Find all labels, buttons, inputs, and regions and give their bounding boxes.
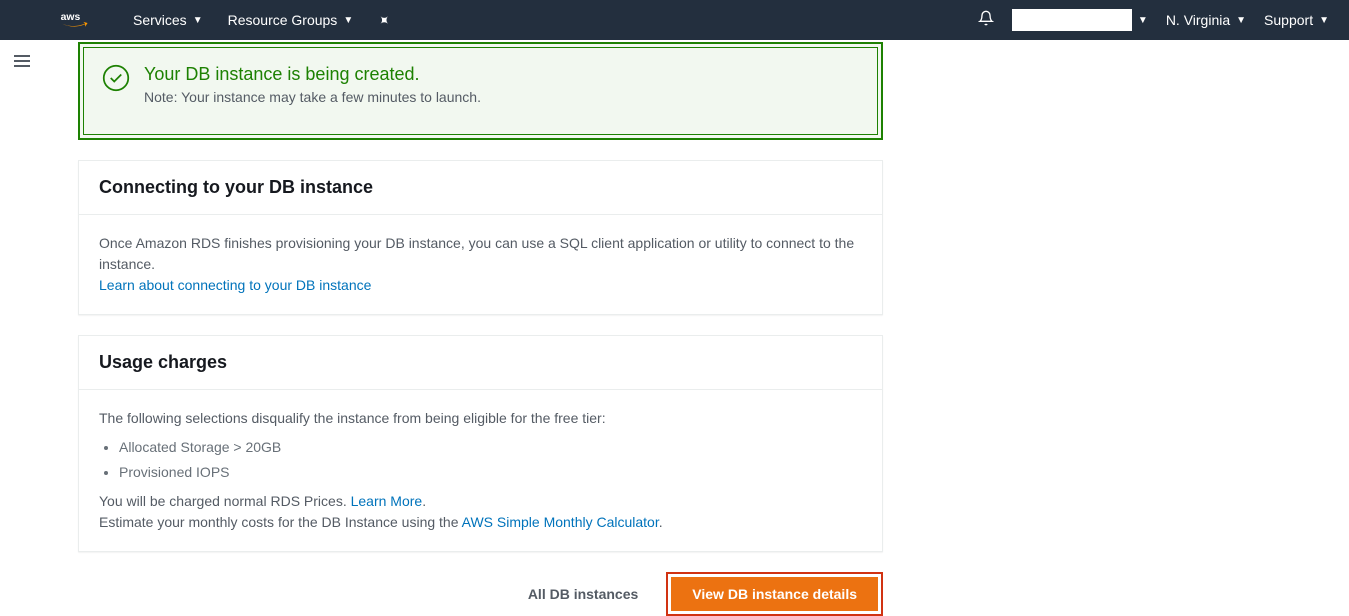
nav-services-label: Services [133, 12, 187, 28]
usage-intro: The following selections disqualify the … [99, 408, 862, 429]
all-db-instances-button[interactable]: All DB instances [520, 576, 646, 612]
account-name-redacted [1012, 9, 1132, 31]
usage-estimate-line: Estimate your monthly costs for the DB I… [99, 512, 862, 533]
pin-shortcut[interactable]: ✦ [378, 12, 390, 29]
support-menu[interactable]: Support ▼ [1264, 12, 1329, 28]
list-item: Provisioned IOPS [119, 462, 862, 483]
success-title: Your DB instance is being created. [144, 64, 481, 85]
nav-left: aws Services ▼ Resource Groups ▼ ✦ [20, 9, 390, 31]
nav-services[interactable]: Services ▼ [133, 12, 203, 28]
view-db-instance-details-button[interactable]: View DB instance details [671, 577, 878, 611]
region-label: N. Virginia [1166, 12, 1230, 28]
nav-resource-groups-label: Resource Groups [228, 12, 338, 28]
nav-resource-groups[interactable]: Resource Groups ▼ [228, 12, 354, 28]
calculator-link[interactable]: AWS Simple Monthly Calculator [462, 514, 659, 530]
chevron-down-icon: ▼ [193, 15, 203, 26]
learn-more-link[interactable]: Learn More [351, 493, 423, 509]
usage-title: Usage charges [99, 352, 862, 373]
usage-charged-line: You will be charged normal RDS Prices. L… [99, 491, 862, 512]
chevron-down-icon: ▼ [1319, 15, 1329, 26]
svg-text:aws: aws [61, 12, 81, 23]
chevron-down-icon: ▼ [1138, 15, 1148, 26]
list-item: Allocated Storage > 20GB [119, 437, 862, 458]
top-nav: aws Services ▼ Resource Groups ▼ ✦ ▼ N. … [0, 0, 1349, 40]
account-menu[interactable]: ▼ [1012, 9, 1148, 31]
success-banner: Your DB instance is being created. Note:… [78, 42, 883, 140]
main-content: Your DB instance is being created. Note:… [78, 42, 883, 616]
notification-bell[interactable] [978, 10, 994, 31]
nav-right: ▼ N. Virginia ▼ Support ▼ [978, 9, 1329, 31]
support-label: Support [1264, 12, 1313, 28]
usage-disqualify-list: Allocated Storage > 20GB Provisioned IOP… [119, 437, 862, 483]
pin-icon: ✦ [374, 10, 394, 30]
chevron-down-icon: ▼ [343, 15, 353, 26]
view-details-highlight: View DB instance details [666, 572, 883, 616]
connecting-learn-link[interactable]: Learn about connecting to your DB instan… [99, 277, 371, 293]
region-selector[interactable]: N. Virginia ▼ [1166, 12, 1246, 28]
button-row: All DB instances View DB instance detail… [78, 572, 883, 616]
chevron-down-icon: ▼ [1236, 15, 1246, 26]
aws-logo[interactable]: aws [60, 9, 98, 31]
connecting-body: Once Amazon RDS finishes provisioning yo… [99, 233, 862, 275]
check-circle-icon [102, 64, 130, 92]
usage-panel: Usage charges The following selections d… [78, 335, 883, 552]
connecting-title: Connecting to your DB instance [99, 177, 862, 198]
connecting-panel: Connecting to your DB instance Once Amaz… [78, 160, 883, 315]
success-note: Note: Your instance may take a few minut… [144, 89, 481, 105]
sidebar-toggle[interactable] [14, 52, 30, 70]
